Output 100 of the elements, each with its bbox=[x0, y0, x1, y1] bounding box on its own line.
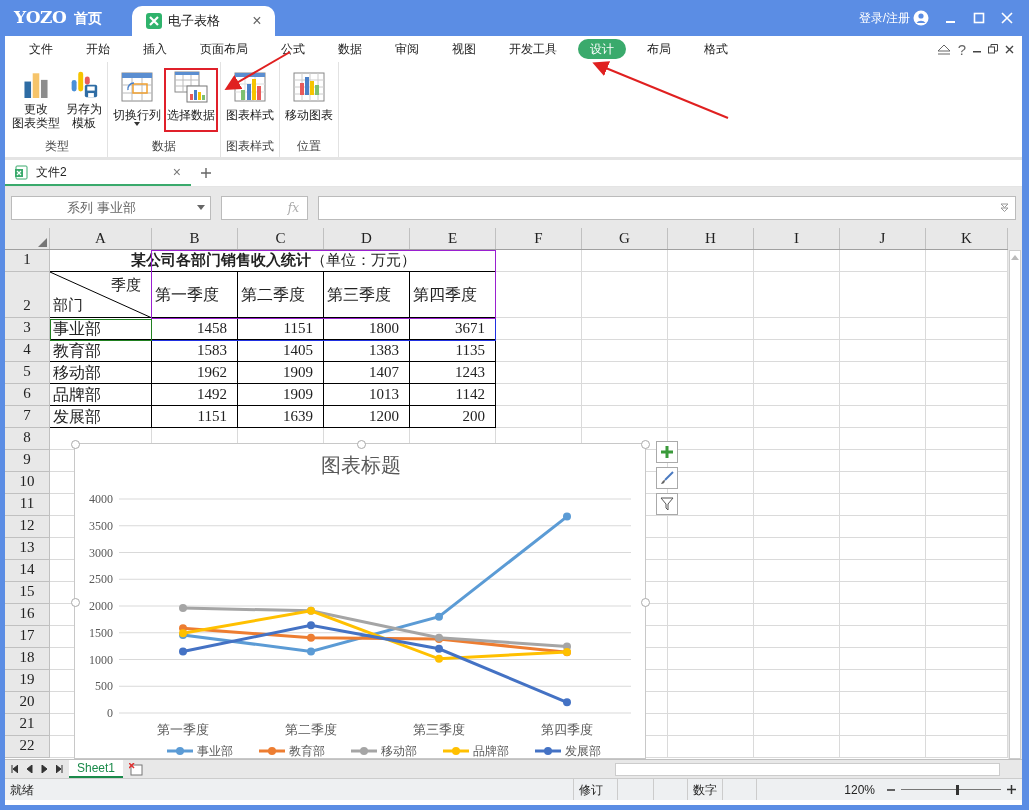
status-cell: 修订 bbox=[573, 779, 617, 800]
column-header[interactable]: F bbox=[496, 228, 582, 249]
table-cell: 3671 bbox=[410, 318, 496, 340]
column-header[interactable]: G bbox=[582, 228, 668, 249]
column-header[interactable]: E bbox=[410, 228, 496, 249]
menu-tab[interactable]: 数据 bbox=[326, 39, 374, 59]
row-header[interactable]: 11 bbox=[5, 494, 50, 516]
legend-label: 移动部 bbox=[381, 744, 417, 758]
ribbon-button[interactable]: 切换行列 bbox=[110, 68, 164, 132]
menu-tab[interactable]: 视图 bbox=[440, 39, 488, 59]
ribbon-button[interactable]: 另存为 模板 bbox=[63, 68, 105, 132]
close-button[interactable]: × bbox=[172, 161, 181, 183]
plus-icon bbox=[660, 445, 674, 459]
app-tab[interactable]: 电子表格 × bbox=[132, 6, 276, 36]
column-header[interactable]: H bbox=[668, 228, 754, 249]
sheet-tab[interactable]: Sheet1 bbox=[69, 760, 124, 778]
menu-tab[interactable]: 文件 bbox=[17, 39, 65, 59]
row-header[interactable]: 1 bbox=[5, 250, 50, 272]
row-header[interactable]: 9 bbox=[5, 450, 50, 472]
caret-icon[interactable] bbox=[134, 122, 140, 126]
legend-key bbox=[259, 747, 285, 755]
add-element-button[interactable] bbox=[656, 441, 678, 463]
column-header[interactable]: A bbox=[50, 228, 152, 249]
menu-tab[interactable]: 公式 bbox=[269, 39, 317, 59]
scroll-up-icon[interactable] bbox=[1011, 255, 1019, 260]
resize-handle[interactable] bbox=[641, 440, 650, 449]
select-all-icon[interactable] bbox=[38, 238, 47, 247]
row-header[interactable]: 18 bbox=[5, 648, 50, 670]
ribbon-button[interactable]: 移动图表 bbox=[282, 68, 336, 132]
collapse-icon[interactable] bbox=[936, 43, 951, 55]
resize-handle[interactable] bbox=[357, 440, 366, 449]
horizontal-scrollbar[interactable] bbox=[615, 762, 1000, 776]
row-header[interactable]: 3 bbox=[5, 318, 50, 340]
zoom-in-icon[interactable] bbox=[1007, 785, 1016, 794]
row-header[interactable]: 22 bbox=[5, 736, 50, 758]
row-header[interactable]: 7 bbox=[5, 406, 50, 428]
column-header[interactable]: D bbox=[324, 228, 410, 249]
menu-tab[interactable]: 页面布局 bbox=[188, 39, 260, 59]
close-button[interactable]: × bbox=[252, 9, 262, 33]
row-header[interactable]: 2 bbox=[5, 272, 50, 318]
ribbon-button[interactable]: 选择数据 bbox=[164, 68, 218, 132]
menu-tab[interactable]: 审阅 bbox=[383, 39, 431, 59]
row-header[interactable]: 13 bbox=[5, 538, 50, 560]
ribbon-button[interactable]: 图表样式 bbox=[223, 68, 277, 132]
row-header[interactable]: 8 bbox=[5, 428, 50, 450]
row-header[interactable]: 21 bbox=[5, 714, 50, 736]
navigation-icon[interactable] bbox=[11, 765, 18, 773]
resize-handle[interactable] bbox=[71, 440, 80, 449]
table-cell: 第一季度 bbox=[152, 272, 238, 318]
column-header[interactable]: I bbox=[754, 228, 840, 249]
menu-tab[interactable]: 插入 bbox=[131, 39, 179, 59]
menu-tab[interactable]: 格式 bbox=[692, 39, 740, 59]
expand-icon[interactable] bbox=[1000, 203, 1009, 212]
ribbon-button[interactable]: 更改 图表类型 bbox=[9, 68, 63, 132]
row-header[interactable]: 4 bbox=[5, 340, 50, 362]
row-header[interactable]: 5 bbox=[5, 362, 50, 384]
formula-field[interactable] bbox=[318, 195, 1016, 220]
resize-handle[interactable] bbox=[641, 598, 650, 607]
resize-handle[interactable] bbox=[71, 598, 80, 607]
maximize-icon[interactable] bbox=[973, 12, 985, 24]
axis-label: 3000 bbox=[89, 545, 113, 560]
point bbox=[307, 633, 315, 642]
table-cell: 1151 bbox=[152, 406, 238, 428]
user-icon[interactable] bbox=[913, 10, 929, 26]
column-header[interactable]: C bbox=[238, 228, 324, 249]
tab-label: 电子表格 bbox=[168, 12, 221, 31]
navigation-icon[interactable] bbox=[56, 765, 63, 773]
add-icon[interactable] bbox=[201, 168, 211, 178]
filter-button[interactable] bbox=[656, 493, 678, 515]
table-cell: 1639 bbox=[238, 406, 324, 428]
style-button[interactable] bbox=[656, 467, 678, 489]
brush-icon bbox=[660, 471, 674, 485]
row-header[interactable]: 16 bbox=[5, 604, 50, 626]
legend-key bbox=[351, 747, 377, 755]
axis-label: 第一季度 bbox=[157, 722, 209, 737]
menu-tab[interactable]: 布局 bbox=[635, 39, 683, 59]
row-header[interactable]: 17 bbox=[5, 626, 50, 648]
help-icon[interactable]: ? bbox=[957, 41, 966, 57]
row-header[interactable]: 14 bbox=[5, 560, 50, 582]
table-chart-icon bbox=[174, 70, 208, 104]
restore-icon[interactable] bbox=[988, 44, 998, 54]
row-header[interactable]: 15 bbox=[5, 582, 50, 604]
column-header[interactable]: B bbox=[152, 228, 238, 249]
row-header[interactable]: 20 bbox=[5, 692, 50, 714]
row-header[interactable]: 12 bbox=[5, 516, 50, 538]
row-header[interactable]: 10 bbox=[5, 472, 50, 494]
close-icon[interactable] bbox=[1005, 44, 1014, 54]
name-box[interactable]: 系列 事业部 bbox=[11, 195, 211, 220]
add-sheet-icon[interactable] bbox=[129, 762, 144, 776]
row-header[interactable]: 19 bbox=[5, 670, 50, 692]
menu-tab[interactable]: 开发工具 bbox=[497, 39, 569, 59]
menu-tab[interactable]: 开始 bbox=[74, 39, 122, 59]
button-label: 图表类型 bbox=[12, 116, 60, 130]
row-header[interactable]: 6 bbox=[5, 384, 50, 406]
button-label: 图表样式 bbox=[226, 108, 274, 122]
button-label: 模板 bbox=[72, 116, 96, 130]
column-header[interactable]: J bbox=[840, 228, 926, 249]
table-cell: 1458 bbox=[152, 318, 238, 340]
zoom-slider[interactable] bbox=[956, 784, 959, 795]
vertical-scrollbar[interactable] bbox=[1008, 228, 1022, 759]
